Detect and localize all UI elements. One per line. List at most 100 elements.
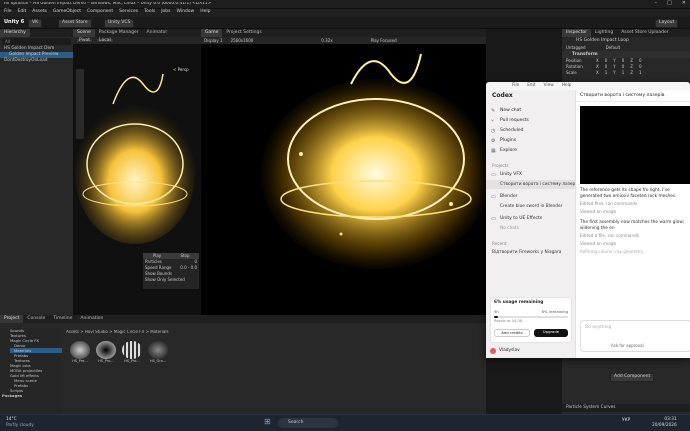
asset-label: HS_Pre...	[72, 359, 88, 363]
menu-edit[interactable]: Edit	[18, 9, 27, 15]
scale-x-field[interactable]: 1	[605, 70, 608, 76]
project-unity-to-ue[interactable]: ▭ Unity to UE Effects	[486, 214, 575, 224]
taskbar-search[interactable]: Search	[278, 418, 338, 428]
thread-item-active[interactable]: Створити ворота і систему лазерів	[486, 180, 575, 189]
menu-assets[interactable]: Assets	[32, 9, 47, 15]
menu-window[interactable]: Window	[176, 9, 194, 15]
user-button[interactable]: VK	[28, 19, 43, 28]
breadcrumb[interactable]: Assets > Hovl Studio > Magic Circle FX >…	[66, 330, 169, 334]
scheduled-link[interactable]: ◷ Scheduled	[486, 126, 575, 136]
display-dropdown[interactable]: Display 1	[204, 38, 223, 43]
recent-thread-item[interactable]: Відтворити Fireworks у Niagara	[486, 248, 575, 257]
menu-jobs[interactable]: Jobs	[161, 9, 170, 15]
menu-services[interactable]: Services	[119, 9, 138, 15]
hierarchy-item[interactable]: DontDestroyOnLoad	[0, 58, 73, 64]
language-indicator[interactable]: УКР	[622, 418, 630, 423]
project-name: Unity VFX	[500, 172, 523, 177]
menu-help[interactable]: Help	[200, 9, 210, 15]
menu-component[interactable]: Component	[87, 9, 113, 15]
scale-z-field[interactable]: 1	[639, 70, 642, 76]
tab-asset-store-uploader[interactable]: Asset Store Uploader	[617, 29, 672, 37]
menu-gameobject[interactable]: GameObject	[53, 9, 81, 15]
tab-hierarchy[interactable]: Hierarchy	[0, 29, 30, 37]
approval-dropdown[interactable]: Ask for approval	[611, 344, 644, 348]
layout-dropdown[interactable]: Layout	[655, 19, 679, 28]
asset-store-button[interactable]: Asset Store	[58, 19, 92, 28]
tab-lighting[interactable]: Lighting	[591, 29, 617, 37]
codex-menu-view[interactable]: View	[544, 83, 554, 88]
persp-label[interactable]: < Persp	[173, 68, 189, 72]
local-toggle[interactable]: Local	[96, 38, 114, 43]
compose-icon: ✎	[491, 108, 496, 114]
activity-edited[interactable]: Edited files, ran commands	[576, 200, 690, 208]
pull-request-icon: ⑂	[491, 118, 495, 124]
close-button[interactable]: ✕	[682, 1, 686, 6]
user-profile[interactable]: Vladyslav	[490, 348, 520, 354]
add-credits-button[interactable]: Add credits	[494, 329, 530, 337]
scene-tools[interactable]	[76, 69, 84, 139]
asset-item[interactable]: HS_Gro...	[148, 341, 168, 364]
asset-item[interactable]: HS_Pre...	[70, 341, 90, 364]
hierarchy-search[interactable]: All	[2, 38, 71, 45]
tab-timeline[interactable]: Timeline	[49, 315, 76, 323]
plugins-link[interactable]: ⚙ Plugins	[486, 136, 575, 146]
project-unity-vfx[interactable]: ▭ Unity VFX	[486, 170, 575, 180]
codex-menu-file[interactable]: File	[512, 83, 519, 88]
tab-inspector[interactable]: Inspector	[562, 29, 591, 37]
asset-item[interactable]: HS_Pro...	[96, 341, 116, 364]
game-viewport[interactable]	[201, 44, 486, 315]
game-panel: Game Project Settings Display 1 2560x160…	[201, 29, 486, 315]
activity-viewed-image[interactable]: Viewed an image	[576, 208, 690, 216]
asset-item[interactable]: HS_Pro...	[122, 341, 142, 364]
explore-link[interactable]: ▦ Explore	[486, 146, 575, 156]
object-name[interactable]: HS Golden Impact Loop	[562, 37, 690, 44]
new-chat-button[interactable]: ✎ New chat	[486, 106, 575, 116]
hierarchy-panel: Hierarchy All HS Golden Impact Dem Golde…	[0, 29, 73, 315]
project-blender[interactable]: ▭ Blender	[486, 192, 575, 202]
scale-y-field[interactable]: 1	[622, 70, 625, 76]
windows-start-icon[interactable]: ⊞	[264, 418, 271, 426]
composer[interactable]: Do anything Ask for approval	[580, 320, 690, 352]
tab-project-settings[interactable]: Project Settings	[222, 29, 265, 37]
tab-game[interactable]: Game	[201, 29, 223, 37]
layer-dropdown[interactable]: Default	[606, 44, 621, 51]
tab-package-manager[interactable]: Package Manager	[95, 29, 143, 37]
account-button[interactable]: Unity 6	[4, 20, 24, 25]
play-focused-dropdown[interactable]: Play Focused	[371, 38, 397, 43]
menu-file[interactable]: File	[4, 9, 12, 15]
resolution-dropdown[interactable]: 2560x1600	[231, 38, 254, 43]
scale-x-label: X	[596, 70, 599, 75]
codex-menu-help[interactable]: Help	[562, 83, 572, 88]
tab-animator[interactable]: Animator	[143, 29, 172, 37]
menu-tools[interactable]: Tools	[144, 9, 155, 15]
upgrade-button[interactable]: Upgrade	[534, 329, 568, 337]
activity-edited[interactable]: Edited a file, ran commands	[576, 232, 690, 240]
codex-title[interactable]: Codex	[486, 90, 575, 102]
scene-viewport[interactable]: < Persp Play Stop Particles 0 Speed Range…	[73, 44, 201, 315]
transform-header[interactable]: Transform	[562, 51, 690, 58]
codex-menu-edit[interactable]: Edit	[527, 83, 535, 88]
pivot-toggle[interactable]: Pivot	[76, 38, 94, 43]
scale-slider-value[interactable]: 0.32x	[321, 38, 332, 43]
add-component-button[interactable]: Add Component	[610, 373, 655, 382]
tab-project[interactable]: Project	[0, 315, 24, 323]
maximize-button[interactable]: □	[667, 1, 672, 6]
tab-animation[interactable]: Animation	[76, 315, 107, 323]
curves-header[interactable]: Particle System Curves	[562, 404, 690, 412]
clock[interactable]: 03:31 20/09/2026	[652, 417, 677, 429]
thread-image[interactable]	[580, 106, 690, 184]
show-only-selected-toggle[interactable]: Show Only Selected	[143, 277, 199, 283]
tab-scene[interactable]: Scene	[73, 29, 95, 37]
composer-input[interactable]: Do anything	[585, 325, 611, 330]
activity-viewed-image[interactable]: Viewed an image	[576, 240, 690, 248]
thread-item[interactable]: Create blue sword in Blender	[486, 202, 575, 211]
tag-dropdown[interactable]: Untagged	[566, 44, 586, 51]
project-name: Blender	[500, 194, 518, 199]
tab-console[interactable]: Console	[23, 315, 49, 323]
asset-label: HS_Gro...	[149, 359, 167, 363]
pull-requests-link[interactable]: ⑂ Pull requests	[486, 116, 575, 126]
weather-widget[interactable]: 14°C Partly cloudy	[6, 417, 34, 429]
vcs-button[interactable]: Unity VCS	[104, 19, 135, 28]
minimize-button[interactable]: –	[655, 1, 658, 6]
tree-item[interactable]: Packages	[2, 393, 62, 398]
